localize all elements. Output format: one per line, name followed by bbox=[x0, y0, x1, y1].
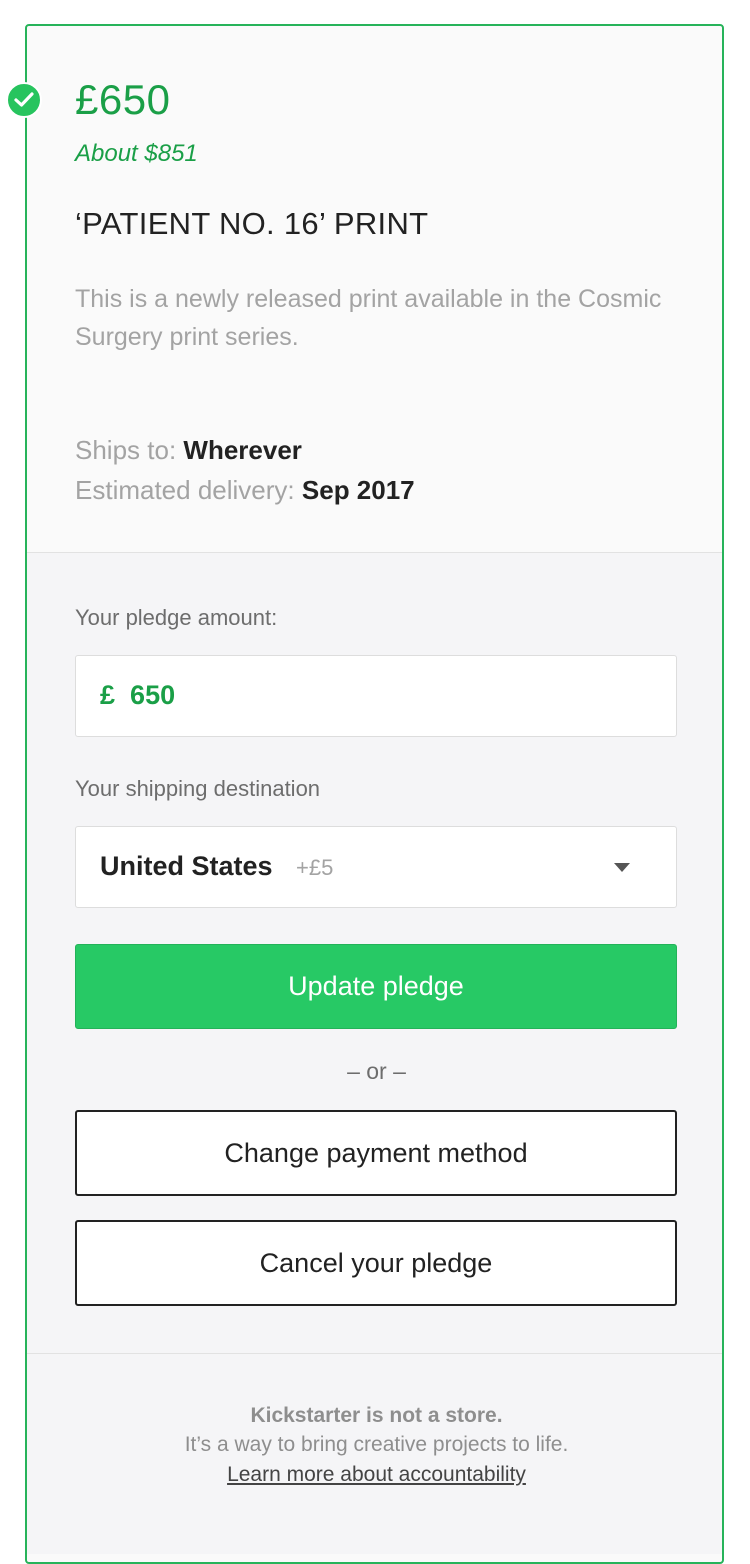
pledge-amount-input[interactable]: £ 650 bbox=[75, 655, 677, 737]
pledge-form: Your pledge amount: £ 650 Your shipping … bbox=[27, 553, 722, 1353]
or-separator: – or – bbox=[347, 1058, 406, 1084]
shipping-info: Ships to: Wherever Estimated delivery: S… bbox=[75, 430, 415, 510]
amount-number: 650 bbox=[130, 680, 176, 710]
footer-text: It’s a way to bring creative projects to… bbox=[184, 1433, 569, 1456]
ships-to-value: Wherever bbox=[183, 435, 302, 465]
reward-converted-price: About $851 bbox=[75, 140, 198, 167]
ships-to-label: Ships to: bbox=[75, 435, 177, 465]
change-payment-method-button[interactable]: Change payment method bbox=[75, 1110, 677, 1196]
shipping-destination-value: United States bbox=[100, 851, 273, 881]
pledge-amount-value: £ 650 bbox=[100, 680, 175, 711]
delivery-label: Estimated delivery: bbox=[75, 475, 295, 505]
shipping-cost: +£5 bbox=[296, 855, 334, 880]
selected-check-icon bbox=[6, 82, 42, 118]
accountability-link[interactable]: Learn more about accountability bbox=[27, 1463, 722, 1487]
reward-summary: £650 About $851 ‘PATIENT NO. 16’ PRINT T… bbox=[27, 26, 722, 552]
caret-down-icon bbox=[614, 863, 630, 872]
shipping-destination-select[interactable]: United States +£5 bbox=[75, 826, 677, 908]
pledge-amount-label: Your pledge amount: bbox=[75, 605, 278, 630]
reward-description: This is a newly released print available… bbox=[75, 285, 662, 351]
reward-card: £650 About $851 ‘PATIENT NO. 16’ PRINT T… bbox=[25, 24, 724, 1564]
shipping-destination-label: Your shipping destination bbox=[75, 776, 321, 801]
delivery-value: Sep 2017 bbox=[301, 475, 415, 505]
delivery-row: Estimated delivery: Sep 2017 bbox=[75, 470, 415, 510]
currency-symbol: £ bbox=[100, 680, 116, 710]
ships-to-row: Ships to: Wherever bbox=[75, 430, 415, 470]
footer-headline: Kickstarter is not a store. bbox=[250, 1404, 503, 1427]
footer: Kickstarter is not a store. It’s a way t… bbox=[27, 1354, 722, 1554]
reward-title: ‘PATIENT NO. 16’ PRINT bbox=[75, 206, 429, 241]
cancel-pledge-button[interactable]: Cancel your pledge bbox=[75, 1220, 677, 1306]
update-pledge-button[interactable]: Update pledge bbox=[75, 944, 677, 1029]
reward-price: £650 bbox=[75, 76, 171, 123]
